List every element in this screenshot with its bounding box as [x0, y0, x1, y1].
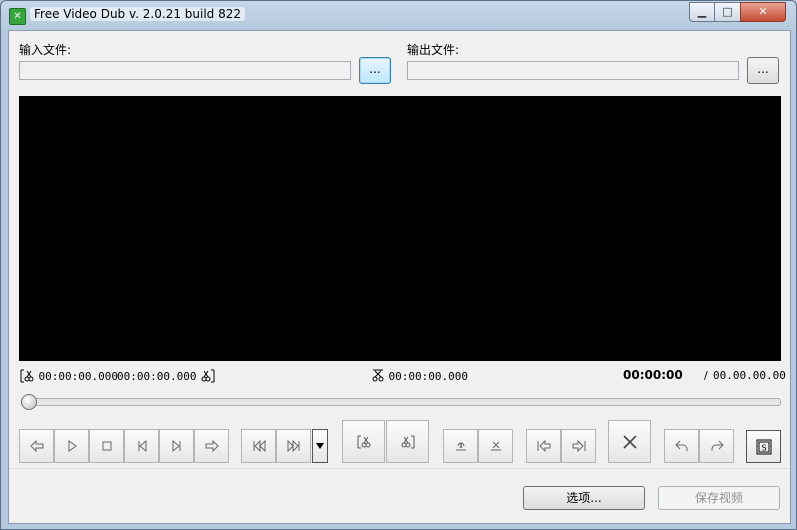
go-to-end-icon — [572, 440, 585, 452]
step-back-button[interactable] — [19, 429, 54, 463]
stop-icon — [102, 441, 111, 451]
scissors-start-icon — [20, 369, 34, 383]
prev-frame-icon — [138, 440, 146, 452]
keyframe-dropdown-button[interactable] — [312, 429, 328, 463]
selection-end-time: 00:00:00.000 — [117, 370, 197, 383]
audio-track-button[interactable] — [443, 429, 478, 463]
footer-divider — [9, 468, 790, 469]
dropdown-arrow-icon — [316, 443, 324, 449]
prev-keyframe-button[interactable] — [241, 429, 276, 463]
go-to-start-icon — [537, 440, 550, 452]
next-frame-button[interactable] — [159, 429, 194, 463]
app-window: ✕ Free Video Dub v. 2.0.21 build 822 ▁ □… — [0, 0, 797, 530]
input-file-label: 输入文件: — [19, 43, 72, 57]
delete-icon — [622, 434, 637, 449]
stop-button[interactable] — [89, 429, 124, 463]
title-bar[interactable]: ✕ Free Video Dub v. 2.0.21 build 822 ▁ □… — [1, 1, 796, 29]
output-browse-button[interactable]: ... — [747, 57, 779, 84]
undo-icon — [674, 440, 687, 451]
cut-out-icon — [490, 441, 501, 451]
next-frame-icon — [172, 440, 180, 452]
audio-icon — [455, 442, 466, 451]
close-button[interactable]: ✕ — [740, 2, 786, 22]
prev-keyframe-icon — [253, 440, 265, 452]
snapshot-button[interactable]: S — [746, 430, 781, 463]
prev-frame-button[interactable] — [124, 429, 159, 463]
snapshot-icon: S — [756, 439, 771, 454]
main-panel: 输入文件: ... 输出文件: ... 00:00:00.000 00:00:0… — [8, 30, 791, 524]
current-time: 00:00:00 — [623, 368, 683, 382]
app-logo-icon: ✕ — [9, 8, 26, 25]
output-file-field[interactable] — [407, 61, 739, 80]
mark-end-button[interactable] — [386, 420, 429, 463]
step-forward-button[interactable] — [194, 429, 229, 463]
selection-end-group: 00:00:00.000 — [117, 369, 216, 383]
delete-button[interactable] — [608, 420, 651, 463]
options-button[interactable]: 选项... — [523, 486, 645, 510]
mark-start-icon — [357, 435, 370, 448]
input-file-field[interactable] — [19, 61, 351, 80]
go-to-end-button[interactable] — [561, 429, 596, 463]
total-time: 00.00.00.00 — [713, 369, 786, 382]
cut-marker-icon — [372, 369, 384, 382]
maximize-button[interactable]: □ — [714, 2, 741, 22]
video-preview — [19, 96, 781, 361]
redo-icon — [711, 440, 724, 451]
step-forward-icon — [205, 440, 219, 452]
window-title: Free Video Dub v. 2.0.21 build 822 — [30, 7, 245, 21]
seek-slider-track[interactable] — [21, 398, 781, 406]
selection-start-time: 00:00:00.000 — [38, 370, 118, 383]
svg-text:S: S — [761, 443, 766, 452]
mark-start-button[interactable] — [342, 420, 385, 463]
cut-time: 00:00:00.000 — [388, 370, 468, 383]
play-button[interactable] — [54, 429, 89, 463]
selection-start-group: 00:00:00.000 — [19, 369, 118, 383]
undo-button[interactable] — [664, 429, 699, 463]
go-to-start-button[interactable] — [526, 429, 561, 463]
redo-button[interactable] — [699, 429, 734, 463]
scissors-end-icon — [201, 369, 215, 383]
output-file-label: 输出文件: — [407, 43, 460, 57]
next-keyframe-icon — [287, 440, 299, 452]
save-video-button[interactable]: 保存视频 — [658, 486, 780, 510]
input-browse-button[interactable]: ... — [359, 57, 391, 84]
time-separator: / — [704, 369, 708, 382]
next-keyframe-button[interactable] — [276, 429, 311, 463]
minimize-button[interactable]: ▁ — [689, 2, 715, 22]
cut-out-button[interactable] — [478, 429, 513, 463]
play-icon — [68, 440, 77, 452]
mark-end-icon — [401, 435, 414, 448]
seek-slider-thumb[interactable] — [21, 394, 37, 410]
step-back-icon — [29, 440, 43, 452]
cut-time-group: 00:00:00.000 — [371, 369, 468, 383]
